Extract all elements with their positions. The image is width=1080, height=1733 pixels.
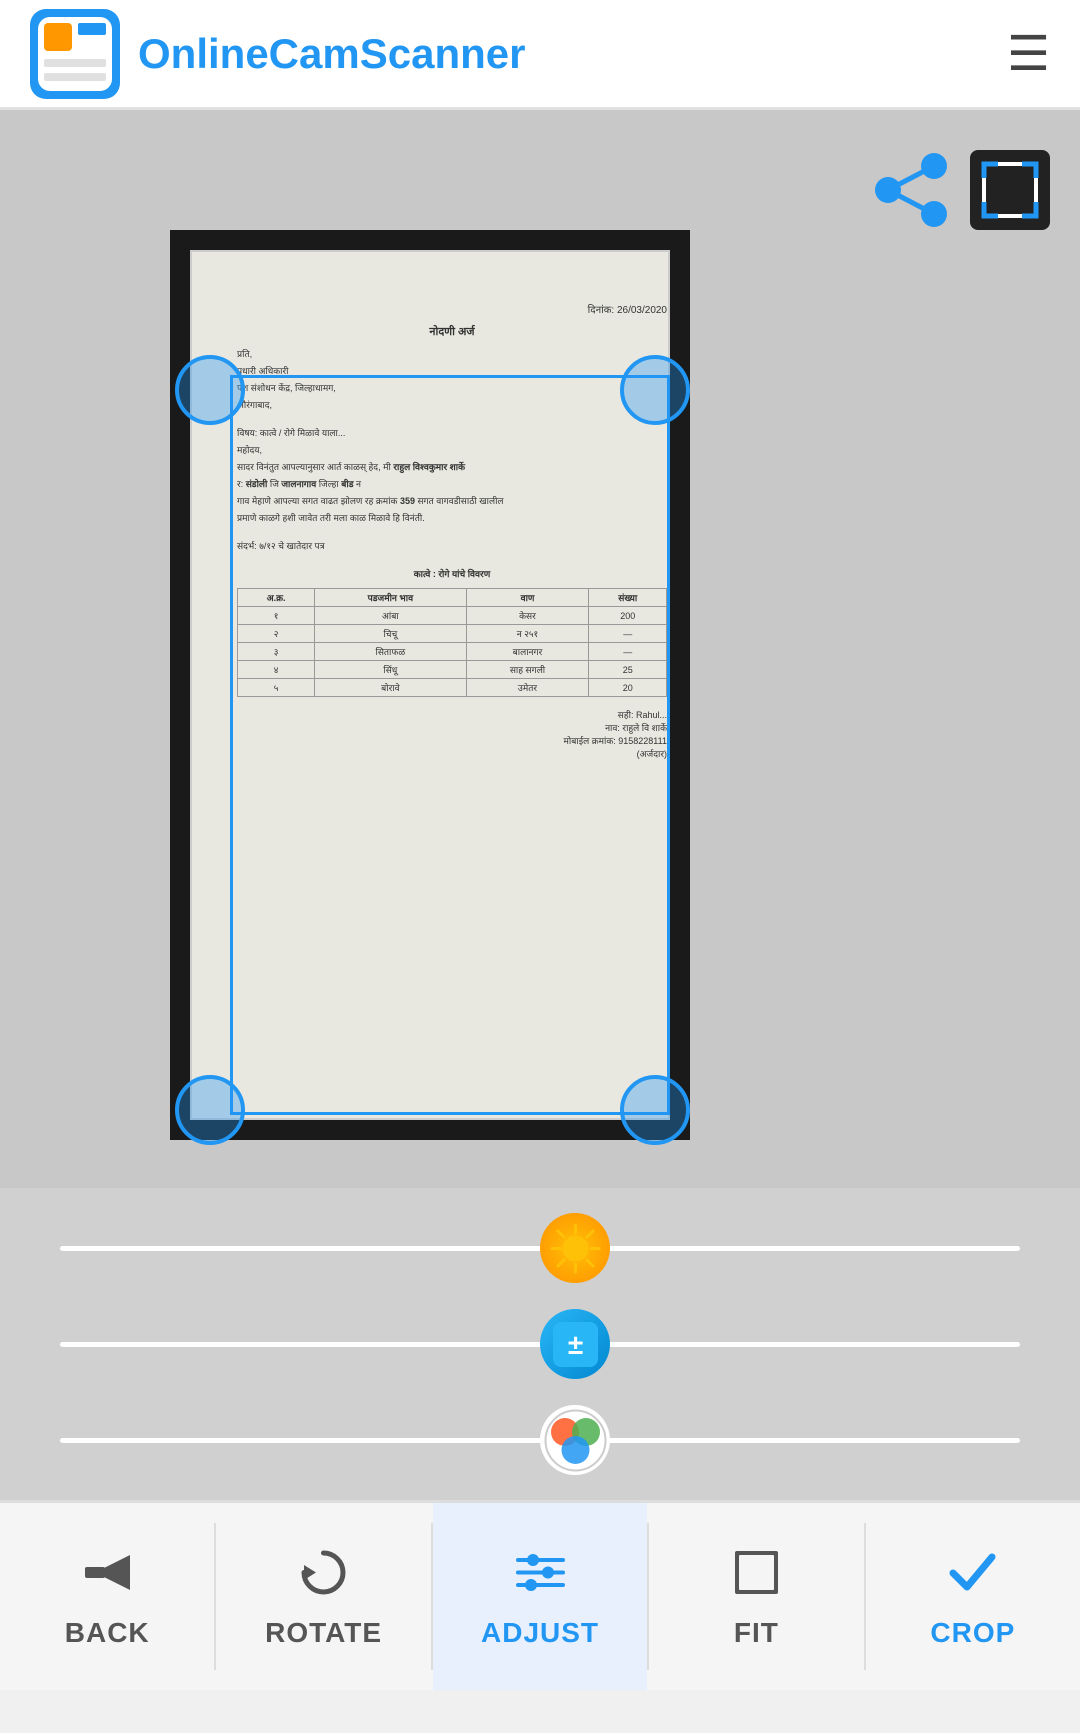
color-slider-row [60,1410,1020,1470]
share-icon[interactable] [872,150,952,230]
brightness-icon [540,1213,610,1283]
doc-title: नोदणी अर्ज [237,324,667,339]
crop-handle-top-left[interactable] [175,355,245,425]
crop-handle-bottom-right[interactable] [620,1075,690,1145]
fullscreen-icon[interactable] [970,150,1050,230]
crop-button[interactable]: CROP [866,1503,1080,1690]
main-content-area: दिनांक: 26/03/2020 नोदणी अर्ज प्रति, प्र… [0,110,1080,1690]
back-icon [80,1545,135,1609]
crop-handle-top-right[interactable] [620,355,690,425]
back-button[interactable]: BACK [0,1503,214,1690]
crop-handle-bottom-left[interactable] [175,1075,245,1145]
back-label: BACK [65,1617,150,1649]
logo-icon [30,9,120,99]
menu-icon[interactable]: ☰ [1007,26,1050,82]
fit-icon [729,1545,784,1609]
bottom-toolbar: BACK ROTATE [0,1500,1080,1690]
crop-label: CROP [930,1617,1015,1649]
rotate-icon [296,1545,351,1609]
crop-details-table: अ.क्र. पडजमीन भाव वाण संख्या १आंबाकेसर20… [237,588,667,697]
fit-button[interactable]: FIT [649,1503,863,1690]
brightness-track[interactable] [60,1246,1020,1251]
document-paper: दिनांक: 26/03/2020 नोदणी अर्ज प्रति, प्र… [190,250,670,1120]
adjust-button[interactable]: ADJUST [433,1503,647,1690]
exposure-track[interactable]: ± [60,1342,1020,1347]
rotate-label: ROTATE [265,1617,382,1649]
exposure-slider-row: ± [60,1314,1020,1374]
doc-date: दिनांक: 26/03/2020 [237,302,667,316]
fit-label: FIT [734,1617,779,1649]
color-track[interactable] [60,1438,1020,1443]
exposure-icon: ± [540,1309,610,1379]
crop-checkmark-icon [945,1545,1000,1609]
logo-text: OnlineCamScanner [138,30,525,78]
logo-area: OnlineCamScanner [30,9,525,99]
document-content: दिनांक: 26/03/2020 नोदणी अर्ज प्रति, प्र… [212,272,692,1142]
document-container: दिनांक: 26/03/2020 नोदणी अर्ज प्रति, प्र… [170,230,690,1140]
app-header: OnlineCamScanner ☰ [0,0,1080,110]
adjust-label: ADJUST [481,1617,599,1649]
adjust-icon [513,1545,568,1609]
brightness-slider-row [60,1218,1020,1278]
svg-text:±: ± [567,1329,582,1360]
sliders-area: ± [0,1188,1080,1500]
color-icon [540,1405,610,1475]
top-action-icons [872,150,1050,230]
rotate-button[interactable]: ROTATE [216,1503,430,1690]
